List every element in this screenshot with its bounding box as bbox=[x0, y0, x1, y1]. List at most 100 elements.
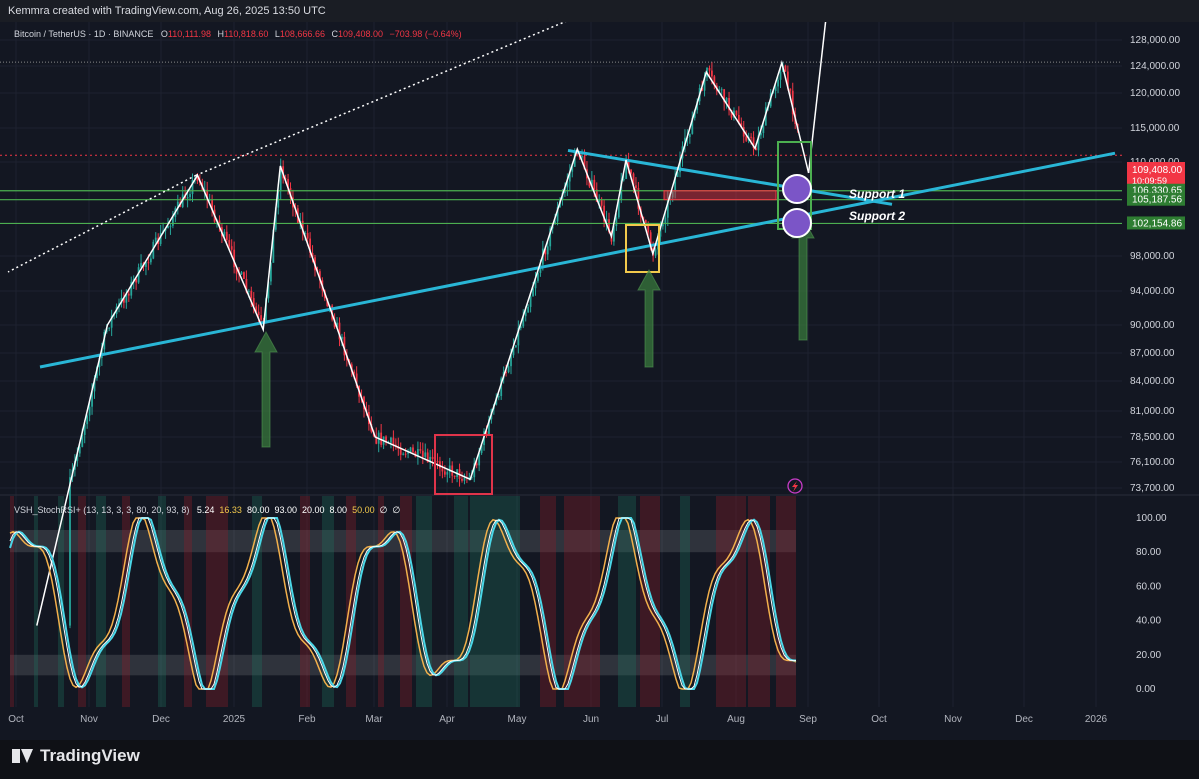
indicator-zone bbox=[776, 496, 796, 707]
x-tick-label: 2025 bbox=[223, 714, 246, 725]
stoch-tick-label: 40.00 bbox=[1136, 616, 1161, 627]
candle-body bbox=[711, 70, 713, 77]
indicator-zone bbox=[400, 496, 412, 707]
close-value: 109,408.00 bbox=[338, 29, 383, 39]
candle-body bbox=[546, 246, 549, 255]
y-tick-label: 84,000.00 bbox=[1130, 376, 1175, 387]
candle-body bbox=[750, 136, 752, 138]
y-tick-label: 124,000.00 bbox=[1130, 61, 1180, 72]
candle-body bbox=[527, 306, 530, 313]
x-tick-label: Jul bbox=[656, 714, 669, 725]
candle-body bbox=[453, 475, 456, 478]
y-tick-label: 78,500.00 bbox=[1130, 432, 1175, 443]
y-tick-label: 73,700.00 bbox=[1130, 483, 1175, 494]
candle-body bbox=[475, 463, 478, 466]
tradingview-logo[interactable]: TradingView bbox=[12, 746, 140, 766]
support-2-label: Support 2 bbox=[849, 209, 905, 223]
indicator-value: 80.00 bbox=[247, 505, 270, 515]
x-tick-label: Jun bbox=[583, 714, 599, 725]
indicator-value: 8.00 bbox=[330, 505, 348, 515]
candle-body bbox=[644, 220, 647, 224]
candle-body bbox=[424, 452, 427, 457]
candle-body bbox=[306, 233, 309, 239]
price-chart-svg[interactable]: Oct Nov Dec 2025 Feb Mar Apr May Jun Jul Aug Sep Oct… bbox=[0, 17, 1199, 740]
x-tick-label: 2026 bbox=[1085, 714, 1108, 725]
candle-body bbox=[392, 437, 395, 445]
indicator-zone bbox=[34, 496, 38, 707]
x-tick-label: Apr bbox=[439, 714, 455, 725]
y-tick-label: 90,000.00 bbox=[1130, 320, 1175, 331]
caption-text: Kemmra created with TradingView.com, Aug… bbox=[8, 5, 326, 17]
chart-area[interactable]: Oct Nov Dec 2025 Feb Mar Apr May Jun Jul Aug Sep Oct… bbox=[0, 17, 1199, 740]
candle-body bbox=[147, 262, 150, 264]
candle-body bbox=[390, 437, 392, 443]
symbol-name: Bitcoin / TetherUS · 1D · BINANCE bbox=[14, 29, 153, 39]
candle-body bbox=[409, 447, 412, 453]
support-zone-box bbox=[663, 190, 777, 201]
indicator-value: 16.33 bbox=[219, 505, 242, 515]
indicator-label: VSH_StochRSI+ (13, 13, 3, 3, 80, 20, 93,… bbox=[14, 505, 189, 515]
candle-body bbox=[257, 311, 260, 316]
x-tick-label: Oct bbox=[871, 714, 887, 725]
stoch-tick-label: 100.00 bbox=[1136, 513, 1167, 524]
indicator-value: 5.24 bbox=[197, 505, 215, 515]
candle-body bbox=[789, 88, 792, 91]
candle-body bbox=[189, 194, 191, 198]
candle-body bbox=[688, 133, 691, 137]
candle-body bbox=[497, 396, 500, 398]
candle-body bbox=[149, 258, 152, 263]
candle-body bbox=[250, 290, 253, 299]
tradingview-brand-text: TradingView bbox=[40, 746, 140, 765]
support-circle bbox=[782, 174, 812, 204]
candle-body bbox=[446, 472, 449, 475]
candle-body bbox=[461, 478, 463, 481]
indicator-zone bbox=[206, 496, 228, 707]
lightning-icon[interactable] bbox=[787, 478, 803, 494]
candle-body bbox=[662, 224, 664, 227]
x-tick-label: May bbox=[508, 714, 527, 725]
indicator-value: 50.00 bbox=[352, 505, 375, 515]
candle-body bbox=[186, 197, 189, 199]
candle-body bbox=[127, 293, 130, 296]
x-tick-label: Oct bbox=[8, 714, 24, 725]
support-1-label: Support 1 bbox=[849, 187, 905, 201]
y-tick-label: 81,000.00 bbox=[1130, 406, 1175, 417]
up-arrow bbox=[254, 330, 278, 448]
indicator-value: ∅ bbox=[392, 505, 400, 515]
candle-body bbox=[745, 136, 748, 141]
candle-body bbox=[196, 178, 199, 181]
x-tick-label: Mar bbox=[365, 714, 383, 725]
candle-body bbox=[762, 125, 765, 133]
x-tick-label: Nov bbox=[80, 714, 98, 725]
indicator-zone bbox=[252, 496, 262, 707]
candle-body bbox=[260, 315, 262, 320]
candle-body bbox=[243, 272, 245, 279]
candle-body bbox=[404, 453, 407, 455]
candle-body bbox=[720, 89, 723, 91]
candle-body bbox=[399, 448, 402, 455]
indicator-zone bbox=[184, 496, 192, 707]
candle-body bbox=[654, 249, 657, 256]
candle-body bbox=[784, 65, 787, 72]
chart-caption: Kemmra created with TradingView.com, Aug… bbox=[0, 0, 1199, 22]
candle-body bbox=[529, 296, 532, 307]
candle-body bbox=[225, 231, 228, 241]
change-value: −703.98 (−0.64%) bbox=[390, 29, 462, 39]
candle-body bbox=[777, 79, 779, 87]
candle-body bbox=[247, 290, 250, 292]
candle-body bbox=[708, 67, 711, 71]
indicator-zone bbox=[454, 496, 468, 707]
open-label: O bbox=[161, 29, 168, 39]
indicator-zone bbox=[378, 496, 384, 707]
indicator-value: 93.00 bbox=[274, 505, 297, 515]
candle-body bbox=[581, 156, 583, 158]
indicator-zone bbox=[96, 496, 106, 707]
y-tick-label: 120,000.00 bbox=[1130, 88, 1180, 99]
candle-body bbox=[228, 240, 231, 247]
last-price-text: 109,408.00 bbox=[1132, 165, 1182, 176]
indicator-zone bbox=[158, 496, 166, 707]
candle-body bbox=[431, 456, 434, 460]
candle-body bbox=[779, 71, 782, 80]
indicator-legend: VSH_StochRSI+ (13, 13, 3, 3, 80, 20, 93,… bbox=[14, 505, 400, 515]
stoch-tick-label: 80.00 bbox=[1136, 547, 1161, 558]
